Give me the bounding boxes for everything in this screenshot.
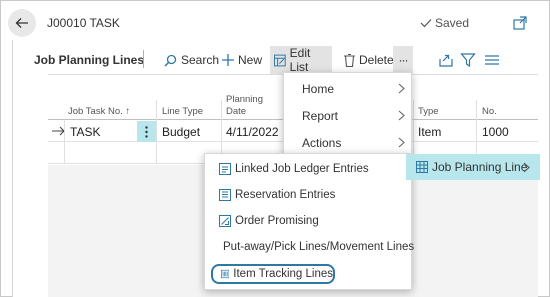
menu-item-actions[interactable]: Actions	[284, 129, 413, 156]
menu-item-home[interactable]: Home	[284, 75, 413, 102]
menu-item-label: Actions	[302, 135, 342, 150]
item-tracking-lines-icon	[221, 269, 230, 279]
trash-icon	[344, 53, 355, 67]
vertical-ellipsis-icon	[145, 125, 148, 138]
chevron-right-icon	[398, 110, 405, 121]
menu-item-label: Home	[302, 81, 335, 96]
open-new-window-icon[interactable]	[512, 15, 528, 31]
back-button[interactable]	[8, 9, 36, 37]
cell-job-task-no[interactable]: TASK	[70, 125, 100, 139]
edit-list-icon	[274, 54, 286, 66]
submenu-item-label: Linked Job Ledger Entries	[235, 163, 369, 175]
more-options-menu: Home Report Actions	[283, 72, 412, 156]
column-header-line-type[interactable]: Line Type	[162, 106, 203, 117]
saved-label: Saved	[435, 16, 470, 30]
edit-list-label: Edit List	[289, 46, 311, 74]
cell-line-type[interactable]: Budget	[162, 125, 200, 139]
delete-button[interactable]: Delete	[340, 46, 398, 74]
search-label: Search	[181, 53, 220, 67]
submenu-item-putaway-pick-lines[interactable]: Put-away/Pick Lines/Movement Lines	[205, 234, 415, 260]
new-button[interactable]: New	[218, 46, 266, 74]
menu-item-job-planning-line[interactable]: Job Planning Line	[406, 154, 540, 180]
submenu-item-order-promising[interactable]: Order Promising	[205, 208, 413, 234]
submenu-item-label: Order Promising	[235, 215, 319, 227]
chevron-right-icon	[398, 137, 405, 148]
submenu-item-reservation-entries[interactable]: Reservation Entries	[205, 182, 413, 208]
reservation-entries-icon	[219, 189, 231, 201]
menu-item-report[interactable]: Report	[284, 102, 413, 129]
share-icon[interactable]	[438, 52, 454, 68]
cell-planning-date[interactable]: 4/11/2022	[226, 125, 279, 139]
saved-status: Saved	[420, 16, 469, 30]
column-header-no[interactable]: No.	[482, 106, 497, 117]
delete-label: Delete	[359, 53, 394, 67]
menu-item-label: Report	[302, 108, 339, 123]
search-icon	[164, 54, 177, 67]
submenu-item-label: Item Tracking Lines	[233, 268, 333, 280]
part-title: Job Planning Lines	[34, 53, 145, 67]
column-header-job-task-no[interactable]: Job Task No. ↑	[68, 106, 130, 117]
plus-icon	[222, 54, 234, 66]
arrow-left-icon	[15, 18, 28, 28]
submenu-item-label: Put-away/Pick Lines/Movement Lines	[223, 241, 415, 253]
edit-list-button[interactable]: Edit List	[270, 46, 332, 74]
cell-type[interactable]: Item	[418, 125, 441, 139]
column-header-type[interactable]: Type	[418, 106, 439, 117]
column-header-planning-date-line1[interactable]: Planning	[226, 94, 263, 105]
submenu-item-label: Reservation Entries	[235, 189, 336, 201]
order-promising-icon	[219, 215, 231, 227]
submenu-item-linked-job-ledger-entries[interactable]: Linked Job Ledger Entries	[205, 156, 413, 182]
more-options-button[interactable]: ···	[393, 46, 413, 74]
list-view-icon[interactable]	[484, 52, 500, 68]
ledger-entries-icon	[219, 163, 231, 175]
toolbar-divider	[143, 50, 144, 68]
job-planning-line-submenu: Linked Job Ledger Entries Reservation En…	[204, 153, 415, 290]
cell-no[interactable]: 1000	[482, 125, 509, 139]
submenu-item-item-tracking-lines[interactable]: Item Tracking Lines	[211, 264, 335, 284]
more-options-label: ···	[398, 53, 409, 67]
page-title: J00010 TASK	[47, 16, 120, 30]
chevron-right-icon	[523, 162, 530, 173]
new-label: New	[238, 53, 263, 67]
search-button[interactable]: Search	[160, 46, 223, 74]
checkmark-icon	[420, 19, 432, 28]
job-planning-line-icon	[416, 161, 428, 173]
chevron-right-icon	[398, 83, 405, 94]
menu-item-label: Job Planning Line	[432, 160, 528, 174]
row-actions-button[interactable]	[137, 121, 156, 142]
column-header-planning-date-line2[interactable]: Date	[226, 106, 246, 117]
filter-icon[interactable]	[460, 52, 476, 68]
